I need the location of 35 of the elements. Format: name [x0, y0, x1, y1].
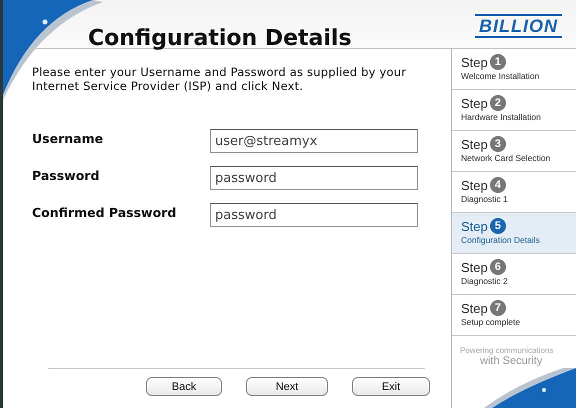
- field-label: Confirmed Password: [32, 204, 178, 220]
- instructions-text: Please enter your Username and Password as supplied by your Internet Service Provider (ISP) and click Next.: [32, 65, 408, 93]
- step-caption: Diagnostic 2: [461, 276, 509, 286]
- step-caption: Welcome Installation: [461, 71, 540, 81]
- input-field[interactable]: password: [210, 203, 418, 227]
- step-caption: Diagnostic 1: [461, 194, 509, 204]
- step-number: 4: [490, 177, 506, 193]
- step-label: Step: [461, 260, 488, 274]
- step-label: Step: [461, 300, 488, 316]
- input-field[interactable]: user@streamyx: [210, 129, 418, 153]
- step-number: 7: [490, 300, 506, 316]
- step-label: Step: [461, 178, 488, 192]
- step-caption: Setup complete: [461, 317, 522, 327]
- step-label: Step: [461, 218, 488, 234]
- wizard-button[interactable]: Next: [246, 377, 328, 396]
- step-number: 3: [490, 136, 506, 152]
- brand-logo: BILLION: [475, 14, 562, 38]
- step-label: Step: [461, 96, 488, 110]
- step-caption: Hardware Installation: [461, 112, 542, 122]
- wizard-button[interactable]: Exit: [352, 377, 430, 396]
- step-number: 5: [490, 218, 506, 234]
- step-number: 6: [490, 259, 506, 275]
- step-number: 2: [490, 95, 506, 111]
- tagline-text: with Security: [480, 355, 544, 367]
- wizard-button[interactable]: Back: [146, 377, 222, 396]
- field-label: Password: [32, 167, 100, 183]
- step-caption: Configuration Details: [461, 235, 541, 245]
- step-label: Step: [461, 54, 488, 70]
- field-label: Username: [32, 130, 104, 146]
- step-number: 1: [490, 54, 506, 70]
- page-title: Configuration Details: [88, 26, 352, 51]
- step-caption: Network Card Selection: [461, 153, 552, 163]
- tagline-text: Powering communications: [460, 346, 554, 355]
- step-label: Step: [461, 136, 488, 152]
- input-field[interactable]: password: [210, 166, 418, 190]
